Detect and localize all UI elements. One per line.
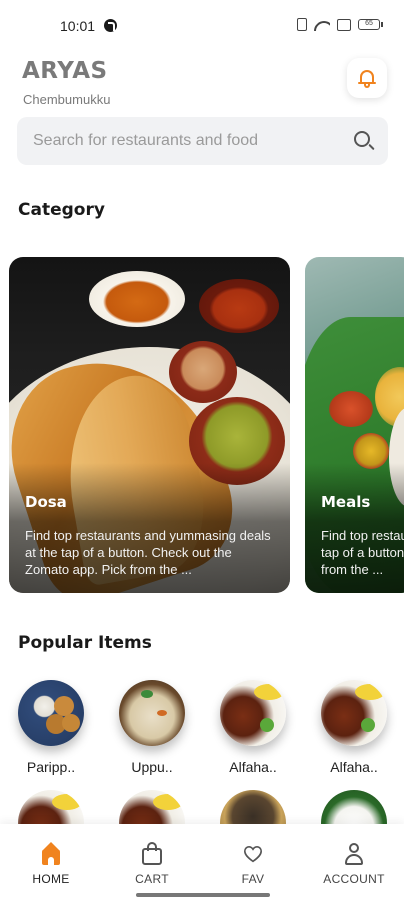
notification-button[interactable] xyxy=(347,58,387,98)
popular-item[interactable]: Alfaha.. xyxy=(314,680,394,775)
search-bar[interactable] xyxy=(17,117,388,165)
food-image xyxy=(119,680,185,746)
nav-label: HOME xyxy=(32,872,70,886)
food-image xyxy=(18,680,84,746)
nav-label: ACCOUNT xyxy=(323,872,385,886)
status-bar: 10:01 65 xyxy=(0,0,404,52)
popular-item-label: Paripp.. xyxy=(26,759,76,775)
category-description: Find top restaurants and yummasing deals… xyxy=(321,528,404,577)
bottom-nav: HOME CART FAV ACCOUNT xyxy=(0,824,404,900)
battery-icon: 65 xyxy=(358,19,383,30)
popular-item[interactable]: Alfaha.. xyxy=(213,680,293,775)
nav-account[interactable]: ACCOUNT xyxy=(309,842,399,886)
nav-fav[interactable]: FAV xyxy=(208,842,298,886)
category-card-dosa[interactable]: Dosa Find top restaurants and yummasing … xyxy=(9,257,290,593)
vibrate-icon xyxy=(297,18,307,31)
popular-items-title: Popular Items xyxy=(18,633,152,653)
nav-home[interactable]: HOME xyxy=(6,842,96,886)
account-icon xyxy=(342,842,366,866)
category-description: Find top restaurants and yummasing deals… xyxy=(25,528,271,577)
brand-title: ARYAS xyxy=(22,58,108,84)
nav-label: FAV xyxy=(241,872,265,886)
wifi-icon xyxy=(314,19,330,31)
google-icon xyxy=(104,19,117,32)
bag-icon xyxy=(140,842,164,866)
search-icon[interactable] xyxy=(354,131,375,151)
category-title: Category xyxy=(18,200,105,220)
home-indicator xyxy=(136,893,270,897)
heart-icon xyxy=(241,842,265,866)
status-icons: 65 xyxy=(297,18,383,31)
nav-label: CART xyxy=(135,872,169,886)
home-icon xyxy=(39,842,63,866)
popular-item-label: Alfaha.. xyxy=(330,759,378,775)
screen-record-icon xyxy=(337,18,351,31)
food-image xyxy=(321,680,387,746)
popular-item[interactable]: Paripp.. xyxy=(11,680,91,775)
category-card-meals[interactable]: Meals Find top restaurants and yummasing… xyxy=(305,257,404,593)
popular-item-label: Uppu.. xyxy=(131,759,173,775)
category-name: Dosa xyxy=(25,493,67,511)
search-input[interactable] xyxy=(33,117,343,165)
category-name: Meals xyxy=(321,493,371,511)
popular-item[interactable]: Uppu.. xyxy=(112,680,192,775)
food-image xyxy=(220,680,286,746)
bell-icon xyxy=(358,69,376,88)
nav-cart[interactable]: CART xyxy=(107,842,197,886)
status-time: 10:01 xyxy=(60,18,96,34)
popular-item-label: Alfaha.. xyxy=(229,759,277,775)
location-label[interactable]: Chembumukku xyxy=(23,92,110,107)
